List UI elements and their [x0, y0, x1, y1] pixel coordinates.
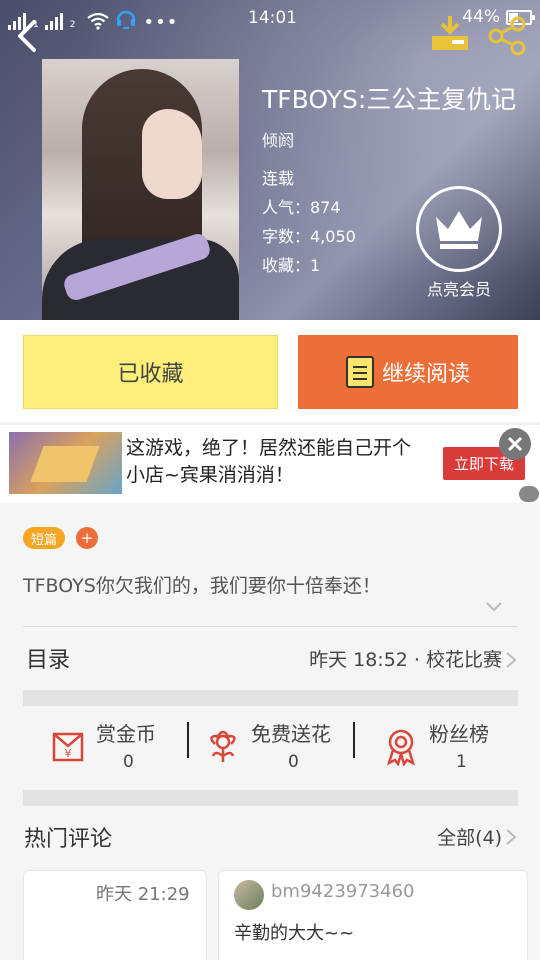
- share-button[interactable]: [488, 16, 528, 56]
- sim2-label: 2: [69, 20, 76, 30]
- back-arrow-icon: [18, 20, 36, 52]
- book-status: 连载: [262, 169, 295, 188]
- ad-close-button[interactable]: [499, 428, 531, 460]
- download-button[interactable]: [428, 14, 472, 54]
- divider: [353, 722, 355, 758]
- ad-marker-icon: [519, 486, 539, 502]
- chevron-right-icon: [506, 652, 517, 668]
- comment-username[interactable]: bm9423973460: [271, 881, 414, 902]
- book-icon: [345, 356, 374, 388]
- chevron-down-icon: [486, 602, 502, 612]
- book-meta: 连载 人气：874 字数：4,050 收藏：1: [262, 164, 356, 280]
- ad-thumbnail: [9, 432, 122, 494]
- vip-label: 点亮会员: [426, 280, 491, 299]
- download-icon: [432, 16, 468, 50]
- hot-comments-title: 热门评论: [24, 827, 113, 852]
- comment-card[interactable]: bm9423973460 辛勤的大大~~: [218, 870, 528, 960]
- comment-card[interactable]: 昨天 21:29: [23, 870, 207, 960]
- tag-short[interactable]: 短篇: [23, 527, 66, 549]
- more-notifications-icon: •••: [143, 12, 179, 33]
- reward-coins-button[interactable]: ¥ 赏金币 0: [48, 718, 198, 778]
- flower-icon: [210, 730, 236, 762]
- comment-text: 辛勤的大大~~: [234, 923, 355, 944]
- headset-icon: [115, 8, 137, 30]
- stat-value: 0: [123, 752, 134, 772]
- book-favorites: 收藏：1: [262, 256, 321, 275]
- back-button[interactable]: [12, 18, 42, 54]
- book-author[interactable]: 倾阏: [262, 127, 294, 151]
- book-header: 1 2 ••• 14:01 44% TFBOYS:三公主复仇记 倾阏 连载 人气…: [0, 0, 540, 320]
- divider: [187, 722, 189, 758]
- close-icon: [507, 436, 523, 452]
- action-bar: 已收藏 继续阅读: [0, 320, 540, 422]
- avatar[interactable]: [234, 880, 264, 910]
- section-divider: [23, 690, 518, 706]
- stat-label: 免费送花: [251, 722, 331, 746]
- book-cover-image[interactable]: [42, 59, 239, 320]
- continue-reading-button[interactable]: 继续阅读: [298, 335, 518, 409]
- book-popularity: 人气：874: [262, 198, 341, 217]
- crown-icon: [416, 186, 502, 272]
- section-divider: [23, 790, 518, 806]
- stats-row: ¥ 赏金币 0 免费送花 0 粉丝榜 1: [23, 706, 518, 791]
- ad-text: 这游戏，绝了！居然还能自己开个小店~宾果消消消！: [126, 437, 412, 486]
- book-details: 短篇 + TFBOYS你欠我们的，我们要你十倍奉还！ 目录 昨天 18:52 ·…: [0, 503, 540, 960]
- collected-label: 已收藏: [117, 362, 184, 387]
- toc-title: 目录: [26, 648, 71, 673]
- toc-latest-chapter: 昨天 18:52 · 校花比赛: [309, 649, 502, 671]
- svg-text:¥: ¥: [65, 747, 72, 760]
- red-envelope-icon: ¥: [52, 732, 84, 762]
- status-time: 14:01: [248, 8, 297, 28]
- comment-time: 昨天 21:29: [96, 884, 190, 905]
- stat-value: 0: [288, 752, 299, 772]
- share-icon: [488, 16, 526, 56]
- all-comments-link[interactable]: 全部(4): [437, 823, 502, 850]
- toc-row[interactable]: 目录 昨天 18:52 · 校花比赛: [0, 627, 540, 689]
- send-flower-button[interactable]: 免费送花 0: [203, 718, 353, 778]
- expand-summary-button[interactable]: [484, 599, 504, 615]
- medal-icon: [386, 729, 416, 766]
- vip-button[interactable]: 点亮会员: [416, 186, 502, 299]
- wifi-icon: [87, 12, 110, 30]
- continue-reading-label: 继续阅读: [381, 362, 470, 387]
- stat-label: 赏金币: [96, 722, 156, 746]
- book-title: TFBOYS:三公主复仇记: [262, 85, 517, 114]
- stat-label: 粉丝榜: [429, 722, 489, 746]
- book-word-count: 字数：4,050: [262, 227, 356, 246]
- fan-ranking-button[interactable]: 粉丝榜 1: [381, 718, 521, 778]
- signal-icon-2: [44, 12, 63, 30]
- stat-value: 1: [456, 752, 467, 772]
- add-tag-button[interactable]: +: [76, 527, 98, 549]
- ad-banner[interactable]: 这游戏，绝了！居然还能自己开个小店~宾果消消消！ 立即下载: [0, 425, 540, 503]
- chevron-right-icon: [506, 829, 517, 845]
- book-summary: TFBOYS你欠我们的，我们要你十倍奉还！: [23, 575, 381, 597]
- collected-button[interactable]: 已收藏: [23, 335, 278, 409]
